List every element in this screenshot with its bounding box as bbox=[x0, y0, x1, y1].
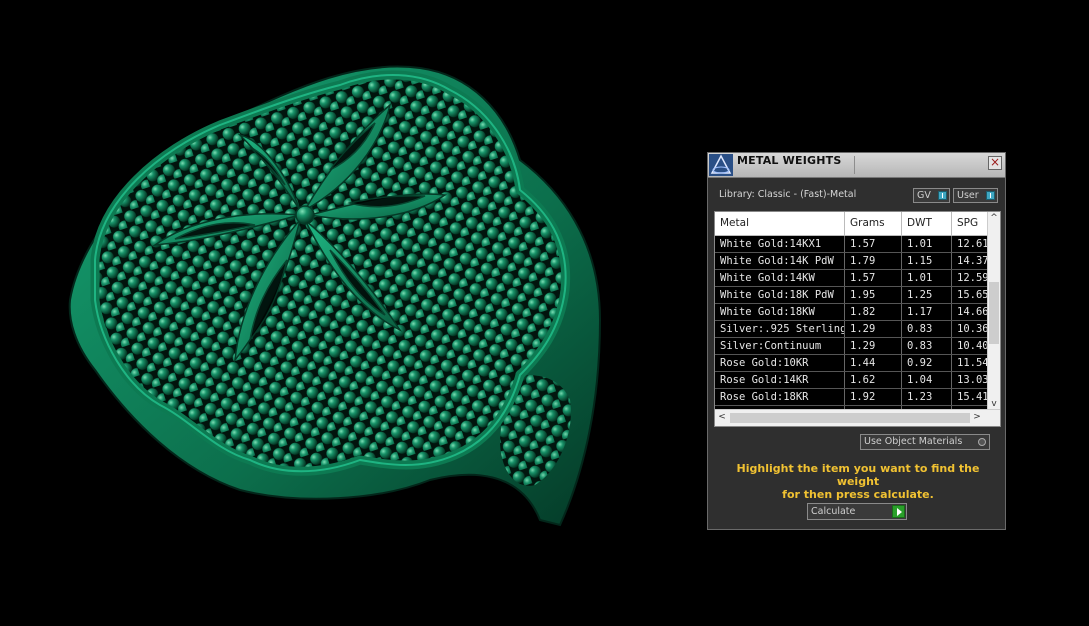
cell-dwt: 1.01 bbox=[902, 270, 952, 286]
cell-grams: 1.57 bbox=[845, 236, 902, 252]
cell-dwt: 0.83 bbox=[902, 338, 952, 354]
metal-table: Metal Grams DWT SPG White Gold:14KX1 1.57… bbox=[714, 211, 1001, 427]
cell-metal: White Gold:14K PdW bbox=[715, 253, 845, 269]
scroll-up-arrow[interactable]: ^ bbox=[988, 213, 1000, 223]
cell-metal: Rose Gold:14KR bbox=[715, 372, 845, 388]
cell-spg: 15.41 bbox=[957, 391, 989, 403]
cell-dwt: 1.04 bbox=[902, 372, 952, 388]
cell-spg: 10.40 bbox=[957, 340, 989, 352]
column-header-grams[interactable]: Grams bbox=[845, 212, 902, 235]
cell-spg: 15.65 bbox=[957, 289, 989, 301]
table-row[interactable]: White Gold:14KX1 1.57 1.01 12.61 bbox=[715, 236, 989, 253]
cell-spg: 12.61 bbox=[957, 238, 989, 250]
table-row[interactable]: Rose Gold:18KR 1.92 1.23 15.41 bbox=[715, 389, 989, 406]
calculate-button[interactable]: Calculate bbox=[807, 503, 907, 520]
table-row[interactable]: Silver:.925 Sterling 1.29 0.83 10.36 bbox=[715, 321, 989, 338]
close-button[interactable]: × bbox=[988, 156, 1002, 170]
metal-weights-panel: METAL WEIGHTS × Library: Classic - (Fast… bbox=[707, 152, 1006, 530]
table-row[interactable]: White Gold:14K PdW 1.79 1.15 14.37 bbox=[715, 253, 989, 270]
cell-dwt: 1.01 bbox=[902, 236, 952, 252]
cell-spg: 10.36 bbox=[957, 323, 989, 335]
cell-spg: 14.37 bbox=[957, 255, 989, 267]
vertical-scroll-thumb[interactable] bbox=[989, 282, 999, 344]
cell-dwt: 1.17 bbox=[902, 304, 952, 320]
table-row[interactable]: White Gold:18K PdW 1.95 1.25 15.65 bbox=[715, 287, 989, 304]
ring-render bbox=[68, 65, 602, 527]
instruction-text: Highlight the item you want to find the … bbox=[718, 462, 998, 501]
cell-spg: 14.66 bbox=[957, 306, 989, 318]
cell-grams: 1.62 bbox=[845, 372, 902, 388]
cell-grams: 1.29 bbox=[845, 321, 902, 337]
cell-metal: Rose Gold:10KR bbox=[715, 355, 845, 371]
panel-titlebar[interactable]: METAL WEIGHTS × bbox=[708, 153, 1005, 178]
cell-grams: 1.92 bbox=[845, 389, 902, 405]
radio-dot-icon bbox=[978, 438, 986, 446]
close-icon: × bbox=[989, 155, 1001, 169]
panel-title: METAL WEIGHTS bbox=[737, 154, 842, 167]
title-divider bbox=[854, 156, 855, 174]
cell-metal: White Gold:18KW bbox=[715, 304, 845, 320]
scroll-right-arrow[interactable]: > bbox=[971, 412, 983, 422]
horizontal-scroll-thumb[interactable] bbox=[730, 413, 970, 423]
instruction-line-1: Highlight the item you want to find the … bbox=[736, 462, 980, 488]
cell-metal: Silver:Continuum bbox=[715, 338, 845, 354]
instruction-line-2: for then press calculate. bbox=[782, 488, 934, 501]
gv-toggle[interactable]: GV bbox=[913, 188, 950, 203]
cell-dwt: 0.83 bbox=[902, 321, 952, 337]
table-body: White Gold:14KX1 1.57 1.01 12.61 White Gold:… bbox=[715, 236, 989, 423]
cell-dwt: 1.25 bbox=[902, 287, 952, 303]
app-logo-icon bbox=[709, 154, 733, 176]
gv-toggle-label: GV bbox=[917, 190, 931, 201]
cell-grams: 1.82 bbox=[845, 304, 902, 320]
table-row[interactable]: White Gold:14KW 1.57 1.01 12.59 bbox=[715, 270, 989, 287]
table-header: Metal Grams DWT SPG bbox=[715, 212, 989, 236]
cell-dwt: 0.92 bbox=[902, 355, 952, 371]
calculate-label: Calculate bbox=[811, 506, 856, 517]
column-header-dwt[interactable]: DWT bbox=[902, 212, 952, 235]
use-object-materials-button[interactable]: Use Object Materials bbox=[860, 434, 990, 450]
cell-spg: 12.59 bbox=[957, 272, 989, 284]
cell-spg: 13.03 bbox=[957, 374, 989, 386]
column-header-spg[interactable]: SPG bbox=[952, 212, 989, 235]
library-label: Library: Classic - (Fast)-Metal bbox=[719, 189, 857, 200]
cell-grams: 1.57 bbox=[845, 270, 902, 286]
user-toggle-label: User bbox=[957, 190, 979, 201]
horizontal-scrollbar[interactable]: < > bbox=[715, 409, 1000, 426]
play-arrow-icon bbox=[892, 505, 905, 518]
vertical-scrollbar[interactable]: ^ v bbox=[987, 212, 1000, 410]
column-header-metal[interactable]: Metal bbox=[715, 212, 845, 235]
use-object-materials-label: Use Object Materials bbox=[864, 436, 963, 447]
cell-spg: 11.54 bbox=[957, 357, 989, 369]
toggle-knob-icon bbox=[986, 191, 995, 200]
table-row[interactable]: Rose Gold:10KR 1.44 0.92 11.54 bbox=[715, 355, 989, 372]
scroll-down-arrow[interactable]: v bbox=[988, 399, 1000, 409]
cell-metal: White Gold:14KW bbox=[715, 270, 845, 286]
toggle-knob-icon bbox=[938, 191, 947, 200]
3d-viewport[interactable] bbox=[0, 0, 700, 626]
cell-metal: Silver:.925 Sterling bbox=[715, 321, 845, 337]
cell-grams: 1.95 bbox=[845, 287, 902, 303]
scroll-left-arrow[interactable]: < bbox=[716, 412, 728, 422]
table-row[interactable]: White Gold:18KW 1.82 1.17 14.66 bbox=[715, 304, 989, 321]
cell-dwt: 1.23 bbox=[902, 389, 952, 405]
cell-grams: 1.29 bbox=[845, 338, 902, 354]
table-row[interactable]: Rose Gold:14KR 1.62 1.04 13.03 bbox=[715, 372, 989, 389]
cell-metal: White Gold:18K PdW bbox=[715, 287, 845, 303]
cell-grams: 1.44 bbox=[845, 355, 902, 371]
cell-dwt: 1.15 bbox=[902, 253, 952, 269]
cell-grams: 1.79 bbox=[845, 253, 902, 269]
user-toggle[interactable]: User bbox=[953, 188, 998, 203]
cell-metal: White Gold:14KX1 bbox=[715, 236, 845, 252]
table-row[interactable]: Silver:Continuum 1.29 0.83 10.40 bbox=[715, 338, 989, 355]
cell-metal: Rose Gold:18KR bbox=[715, 389, 845, 405]
